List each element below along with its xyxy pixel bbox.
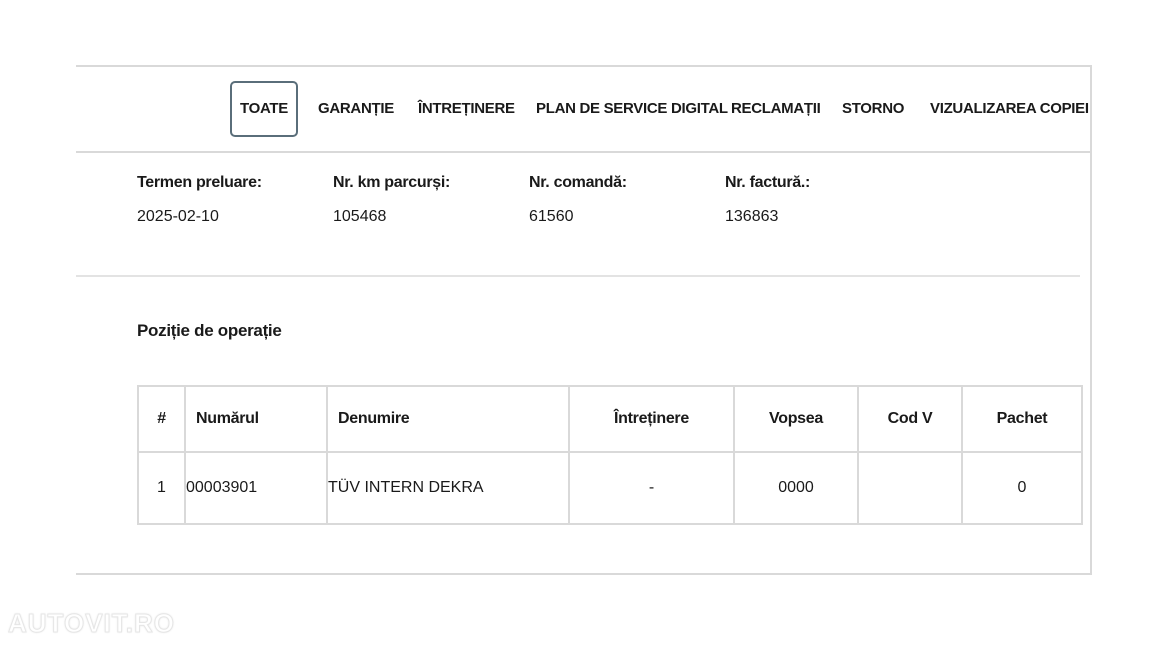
- nr-km-label: Nr. km parcurși:: [333, 174, 451, 191]
- info-nr-km: Nr. km parcurși: 105468: [333, 174, 450, 226]
- tab-storno[interactable]: STORNO: [842, 81, 904, 137]
- nr-comanda-label: Nr. comandă:: [529, 174, 627, 191]
- operations-table: # Numărul Denumire Întreținere Vopsea Co…: [137, 385, 1083, 525]
- nr-km-value: 105468: [333, 208, 387, 225]
- info-nr-factura: Nr. factură.: 136863: [725, 174, 810, 226]
- termen-preluare-label: Termen preluare:: [137, 174, 262, 191]
- header-intretinere: Întreținere: [568, 386, 734, 453]
- cell-intretinere: -: [568, 452, 734, 524]
- tab-plan-service-digital[interactable]: PLAN DE SERVICE DIGITAL: [536, 81, 728, 137]
- header-numarul: Numărul: [184, 386, 327, 453]
- termen-preluare-value: 2025-02-10: [137, 208, 219, 225]
- cell-pachet: 0: [961, 452, 1082, 524]
- watermark-logo: AUTOVIT.RO: [8, 608, 175, 639]
- divider: [76, 275, 1080, 277]
- cell-denumire: TÜV INTERN DEKRA: [326, 452, 569, 524]
- section-title: Poziție de operație: [137, 321, 282, 340]
- header-vopsea: Vopsea: [733, 386, 858, 453]
- cell-cod-v: [857, 452, 962, 524]
- info-nr-comanda: Nr. comandă: 61560: [529, 174, 627, 226]
- header-denumire: Denumire: [326, 386, 569, 453]
- tab-toate[interactable]: TOATE: [230, 81, 298, 137]
- table-row: 1 00003901 TÜV INTERN DEKRA - 0000 0: [137, 452, 1082, 524]
- tab-garantie[interactable]: GARANȚIE: [318, 81, 394, 137]
- header-pachet: Pachet: [961, 386, 1082, 453]
- tab-intretinere[interactable]: ÎNTREȚINERE: [418, 81, 515, 137]
- info-termen-preluare: Termen preluare: 2025-02-10: [137, 174, 262, 226]
- tab-bar: TOATE GARANȚIE ÎNTREȚINERE PLAN DE SERVI…: [76, 67, 1090, 153]
- table-header-row: # Numărul Denumire Întreținere Vopsea Co…: [137, 386, 1082, 453]
- nr-factura-value: 136863: [725, 208, 779, 225]
- cell-index: 1: [137, 452, 185, 524]
- nr-factura-label: Nr. factură.:: [725, 174, 811, 191]
- service-record-card: TOATE GARANȚIE ÎNTREȚINERE PLAN DE SERVI…: [76, 65, 1092, 575]
- header-index: #: [137, 386, 185, 453]
- tab-reclamatii[interactable]: RECLAMAȚII: [731, 81, 821, 137]
- cell-numarul: 00003901: [184, 452, 327, 524]
- cell-vopsea: 0000: [733, 452, 858, 524]
- header-cod-v: Cod V: [857, 386, 962, 453]
- nr-comanda-value: 61560: [529, 208, 574, 225]
- tab-vizualizarea-copiei[interactable]: VIZUALIZAREA COPIEI: [930, 81, 1089, 137]
